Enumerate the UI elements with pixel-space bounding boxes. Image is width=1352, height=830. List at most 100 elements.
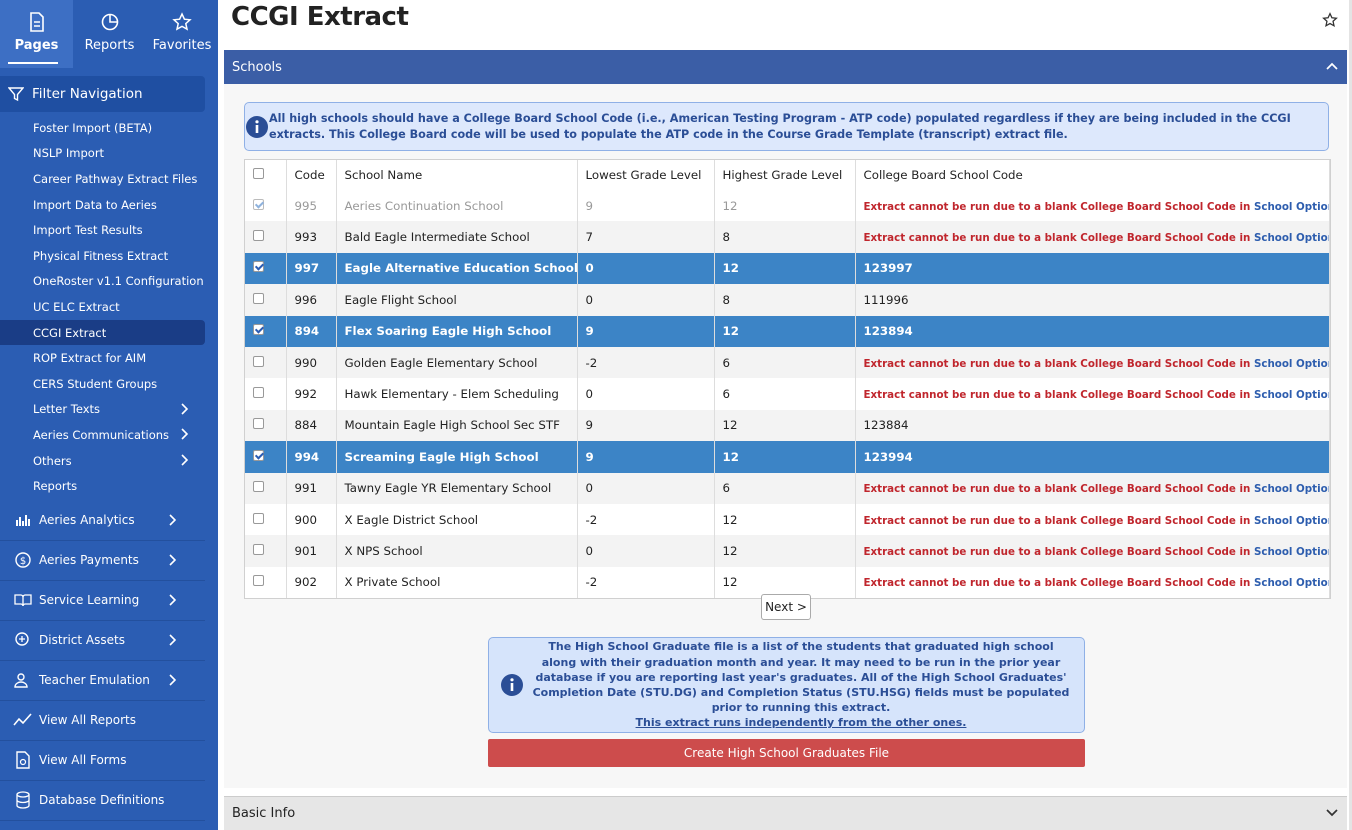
sidebar-item-nslp-import[interactable]: NSLP Import bbox=[0, 141, 205, 167]
sidebar-section-view-all-reports[interactable]: View All Reports bbox=[0, 701, 205, 741]
row-checkbox[interactable] bbox=[253, 355, 264, 367]
college-board-info-box: All high schools should have a College B… bbox=[244, 102, 1329, 151]
select-all-cell bbox=[245, 160, 287, 190]
sidebar-item-label: Reports bbox=[33, 479, 78, 494]
school-name: Golden Eagle Elementary School bbox=[336, 346, 578, 379]
row-checkbox[interactable] bbox=[253, 575, 264, 587]
sidebar-item-ccgi-extract[interactable]: CCGI Extract bbox=[0, 319, 205, 346]
table-row[interactable]: 996 Eagle Flight School 0 8 111996 bbox=[245, 284, 1330, 316]
highest-grade: 8 bbox=[714, 284, 856, 316]
row-checkbox[interactable] bbox=[253, 230, 264, 242]
create-graduates-file-button[interactable]: Create High School Graduates File bbox=[488, 739, 1085, 767]
table-row[interactable]: 990 Golden Eagle Elementary School -2 6 Extr… bbox=[245, 346, 1330, 379]
highest-grade: 8 bbox=[714, 221, 856, 253]
info-icon bbox=[245, 115, 269, 139]
error-text: Extract cannot be run due to a blank Col… bbox=[863, 200, 1254, 213]
sidebar-section-database-definitions[interactable]: Database Definitions bbox=[0, 781, 205, 821]
table-row[interactable]: 994 Screaming Eagle High School 9 12 123994 bbox=[245, 441, 1330, 473]
column-header-code[interactable]: Code bbox=[286, 160, 337, 190]
column-header-school-name[interactable]: School Name bbox=[336, 160, 578, 190]
school-options-link[interactable]: School Options. bbox=[1254, 201, 1329, 213]
tab-favorites[interactable]: Favorites bbox=[146, 0, 218, 68]
table-row[interactable]: 991 Tawny Eagle YR Elementary School 0 6 Ext… bbox=[245, 472, 1330, 504]
sidebar-item-letter-texts[interactable]: Letter Texts bbox=[0, 397, 205, 423]
table-row[interactable]: 901 X NPS School 0 12 Extract cannot be run … bbox=[245, 535, 1330, 567]
row-checkbox[interactable] bbox=[253, 387, 264, 399]
row-checkbox[interactable] bbox=[253, 418, 264, 430]
college-board-code-cell: Extract cannot be run due to a blank Col… bbox=[855, 221, 1330, 253]
blank-code-error: Extract cannot be run due to a blank Col… bbox=[863, 200, 1329, 213]
tab-reports[interactable]: Reports bbox=[73, 0, 146, 68]
column-header-college-board-code[interactable]: College Board School Code bbox=[855, 160, 1330, 190]
sidebar-item-oneroster[interactable]: OneRoster v1.1 Configuration bbox=[0, 269, 205, 295]
lowest-grade: 9 bbox=[577, 190, 715, 222]
school-code: 996 bbox=[286, 284, 337, 316]
next-button[interactable]: Next > bbox=[761, 594, 811, 620]
table-row[interactable]: 997 Eagle Alternative Education School 0 12… bbox=[245, 252, 1330, 285]
row-checkbox[interactable] bbox=[253, 449, 264, 461]
sidebar-item-label: Physical Fitness Extract bbox=[33, 248, 169, 263]
tab-pages[interactable]: Pages bbox=[0, 0, 73, 68]
sidebar-section-aeries-payments[interactable]: $ Aeries Payments bbox=[0, 541, 205, 581]
highest-grade: 12 bbox=[714, 252, 856, 285]
sidebar-section-district-assets[interactable]: District Assets bbox=[0, 621, 205, 661]
school-options-link[interactable]: School Options. bbox=[1254, 389, 1329, 401]
table-row[interactable]: 992 Hawk Elementary - Elem Scheduling 0 6 Ex… bbox=[245, 378, 1330, 410]
sidebar-item-others[interactable]: Others bbox=[0, 448, 205, 474]
sidebar-item-physical-fitness[interactable]: Physical Fitness Extract bbox=[0, 243, 205, 269]
sidebar-item-uc-elc[interactable]: UC ELC Extract bbox=[0, 294, 205, 320]
sidebar-item-import-data[interactable]: Import Data to Aeries bbox=[0, 192, 205, 218]
row-checkbox[interactable] bbox=[253, 324, 264, 336]
school-options-link[interactable]: School Options. bbox=[1254, 483, 1329, 495]
chevron-right-icon bbox=[179, 402, 189, 418]
row-select-cell bbox=[245, 284, 287, 316]
sidebar-item-label: Letter Texts bbox=[33, 402, 101, 417]
table-row[interactable]: 995 Aeries Continuation School 9 12 Extract … bbox=[245, 190, 1330, 222]
school-options-link[interactable]: School Options. bbox=[1254, 546, 1329, 558]
school-options-link[interactable]: School Options. bbox=[1254, 515, 1329, 527]
row-checkbox[interactable] bbox=[253, 481, 264, 493]
sidebar-section-service-learning[interactable]: Service Learning bbox=[0, 581, 205, 621]
favorite-star-icon[interactable] bbox=[1322, 12, 1338, 31]
sidebar-item-cers-groups[interactable]: CERS Student Groups bbox=[0, 371, 205, 397]
row-checkbox[interactable] bbox=[253, 543, 264, 555]
select-all-checkbox[interactable] bbox=[253, 168, 264, 179]
dollar-icon: $ bbox=[13, 551, 33, 569]
column-header-highest-grade[interactable]: Highest Grade Level bbox=[714, 160, 856, 190]
highest-grade: 12 bbox=[714, 503, 856, 536]
school-options-link[interactable]: School Options. bbox=[1254, 358, 1329, 370]
row-select-cell bbox=[245, 472, 287, 504]
sidebar-section-teacher-emulation[interactable]: Teacher Emulation bbox=[0, 661, 205, 701]
sidebar-item-foster-import[interactable]: Foster Import (BETA) bbox=[0, 115, 205, 141]
school-options-link[interactable]: School Options. bbox=[1254, 232, 1329, 244]
sidebar-item-reports[interactable]: Reports bbox=[0, 473, 205, 499]
book-icon bbox=[13, 593, 33, 607]
sidebar-item-label: Others bbox=[33, 453, 72, 468]
filter-navigation-button[interactable]: Filter Navigation bbox=[0, 76, 205, 112]
row-checkbox[interactable] bbox=[253, 261, 264, 273]
highest-grade: 6 bbox=[714, 472, 856, 504]
sidebar-item-aeries-communications[interactable]: Aeries Communications bbox=[0, 422, 205, 448]
sidebar-section-aeries-analytics[interactable]: Aeries Analytics bbox=[0, 501, 205, 541]
chevron-right-icon bbox=[167, 594, 177, 609]
table-row[interactable]: 900 X Eagle District School -2 12 Extract ca… bbox=[245, 503, 1330, 536]
school-options-link[interactable]: School Options. bbox=[1254, 577, 1329, 589]
row-select-cell bbox=[245, 346, 287, 379]
row-checkbox[interactable] bbox=[253, 512, 264, 524]
table-row[interactable]: 884 Mountain Eagle High School Sec STF 9 12… bbox=[245, 409, 1330, 442]
school-code: 990 bbox=[286, 346, 337, 379]
table-row[interactable]: 993 Bald Eagle Intermediate School 7 8 Extra… bbox=[245, 221, 1330, 253]
column-header-lowest-grade[interactable]: Lowest Grade Level bbox=[577, 160, 715, 190]
sidebar-item-import-test-results[interactable]: Import Test Results bbox=[0, 217, 205, 243]
sidebar-item-label: Career Pathway Extract Files bbox=[33, 171, 198, 186]
sidebar-item-career-pathway[interactable]: Career Pathway Extract Files bbox=[0, 166, 205, 192]
sidebar-item-rop-extract[interactable]: ROP Extract for AIM bbox=[0, 345, 205, 371]
blank-code-error: Extract cannot be run due to a blank Col… bbox=[864, 232, 1329, 244]
table-row[interactable]: 894 Flex Soaring Eagle High School 9 12 1238… bbox=[245, 315, 1330, 347]
basic-info-panel-header[interactable]: Basic Info bbox=[224, 796, 1347, 830]
sidebar-section-view-all-forms[interactable]: View All Forms bbox=[0, 741, 205, 781]
row-checkbox[interactable] bbox=[253, 292, 264, 304]
college-board-code: 123894 bbox=[863, 324, 913, 339]
schools-panel-header[interactable]: Schools bbox=[224, 50, 1347, 84]
lowest-grade: 7 bbox=[577, 221, 715, 253]
